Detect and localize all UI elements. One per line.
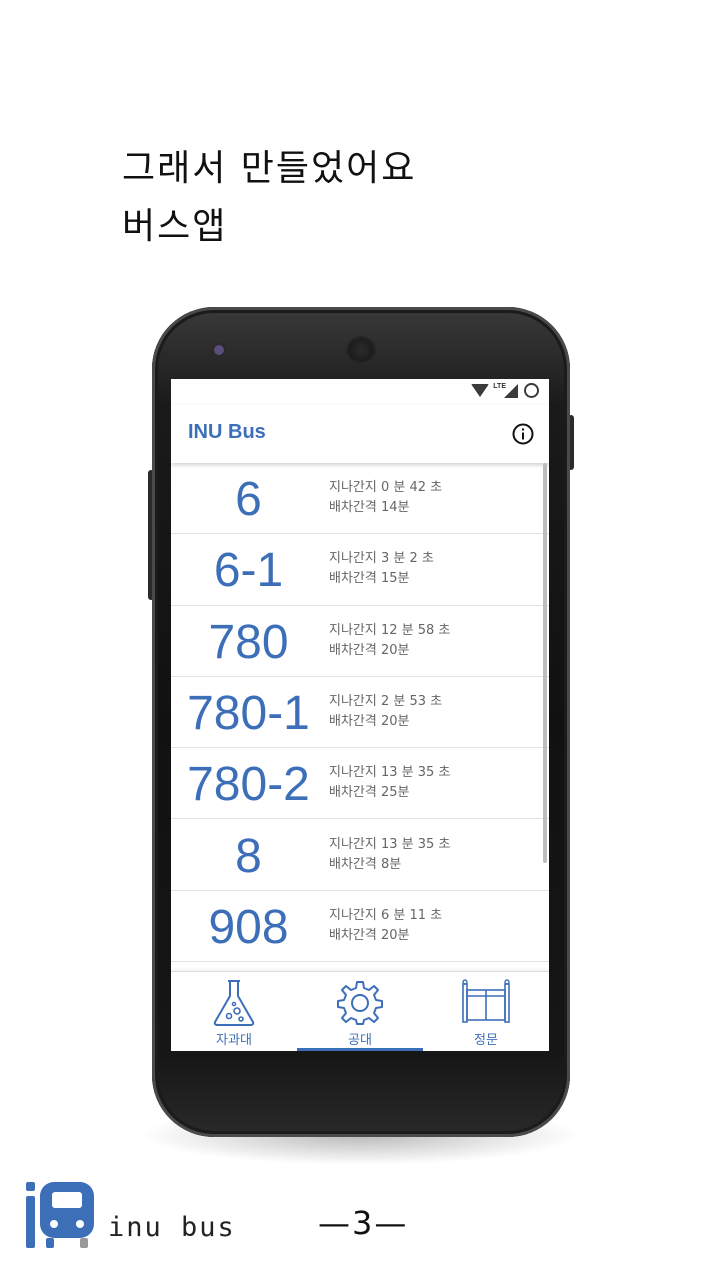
route-number: 6: [235, 473, 262, 527]
tab-label: 정문: [474, 1033, 498, 1048]
headline-line-2: 버스앱: [122, 206, 228, 247]
route-info: 지나간지 3 분 2 초 배차간격 15분: [329, 549, 434, 589]
info-icon[interactable]: [512, 423, 534, 445]
tab-engineering[interactable]: 공대: [297, 972, 423, 1051]
page-number: —3—: [318, 1204, 409, 1242]
brand-name: inu bus: [108, 1212, 236, 1243]
phone-screen: LTE INU Bus 6 지나간지 0 분 42 초 배차간격 14분 6-1…: [171, 379, 549, 1051]
status-icons: LTE: [471, 383, 539, 398]
route-interval: 배차간격 20분: [329, 642, 410, 658]
route-interval: 배차간격 14분: [329, 500, 410, 516]
route-number: 8: [235, 829, 262, 883]
route-info: 지나간지 6 분 11 초 배차간격 20분: [329, 906, 442, 946]
route-elapsed: 지나간지 3 분 2 초: [329, 551, 434, 567]
battery-icon: [524, 383, 539, 398]
front-camera: [214, 345, 224, 355]
signal-icon: [504, 383, 518, 398]
route-info: 지나간지 13 분 35 초 배차간격 8분: [329, 835, 450, 875]
route-number: 780-2: [187, 758, 310, 812]
route-info: 지나간지 2 분 53 초 배차간격 20분: [329, 692, 442, 732]
route-elapsed: 지나간지 13 분 35 초: [329, 836, 451, 852]
route-interval: 배차간격 20분: [329, 714, 410, 730]
route-row[interactable]: 780-2 지나간지 13 분 35 초 배차간격 25분: [171, 748, 549, 820]
flask-icon: [213, 980, 255, 1026]
route-row[interactable]: 6-1 지나간지 3 분 2 초 배차간격 15분: [171, 534, 549, 606]
route-interval: 배차간격 15분: [329, 571, 410, 587]
route-elapsed: 지나간지 6 분 11 초: [329, 907, 443, 923]
route-number: 780: [208, 615, 289, 669]
route-interval: 배차간격 25분: [329, 785, 410, 801]
route-elapsed: 지나간지 0 분 42 초: [329, 480, 443, 496]
route-elapsed: 지나간지 12 분 58 초: [329, 622, 451, 638]
tab-label: 자과대: [216, 1033, 252, 1048]
route-number: 6-1: [213, 544, 284, 598]
route-interval: 배차간격 8분: [329, 856, 402, 872]
selected-tab-indicator: [297, 1048, 423, 1051]
app-title: INU Bus: [188, 421, 266, 443]
route-row[interactable]: 908 지나간지 6 분 11 초 배차간격 20분: [171, 891, 549, 963]
status-bar: LTE: [171, 379, 549, 405]
route-info: 지나간지 0 분 42 초 배차간격 14분: [329, 478, 442, 518]
app-bar: INU Bus: [171, 405, 549, 463]
lte-icon: LTE: [493, 383, 506, 390]
route-elapsed: 지나간지 2 분 53 초: [329, 694, 443, 710]
tab-science-college[interactable]: 자과대: [171, 972, 297, 1051]
route-number: 908: [208, 900, 289, 954]
tab-main-gate[interactable]: 정문: [423, 972, 549, 1051]
inu-bus-logo-icon: [26, 1182, 94, 1248]
route-row[interactable]: 6 지나간지 0 분 42 초 배차간격 14분: [171, 463, 549, 535]
route-elapsed: 지나간지 13 분 35 초: [329, 765, 451, 781]
gate-icon: [462, 979, 510, 1023]
tab-label: 공대: [348, 1033, 372, 1048]
route-info: 지나간지 12 분 58 초 배차간격 20분: [329, 621, 450, 661]
wifi-icon: [471, 384, 490, 397]
list-scrollbar[interactable]: [543, 463, 547, 863]
gear-icon: [337, 981, 383, 1025]
route-row[interactable]: 780 지나간지 12 분 58 초 배차간격 20분: [171, 606, 549, 677]
route-row[interactable]: 780-1 지나간지 2 분 53 초 배차간격 20분: [171, 677, 549, 749]
slide-headline: 그래서 만들었어요 버스앱: [122, 140, 416, 256]
route-row[interactable]: 8 지나간지 13 분 35 초 배차간격 8분: [171, 819, 549, 891]
route-info: 지나간지 13 분 35 초 배차간격 25분: [329, 763, 450, 803]
phone-speaker: [348, 338, 374, 362]
route-number: 780-1: [187, 687, 310, 741]
bottom-tab-bar: 자과대 공대 정문: [171, 971, 549, 1051]
route-list: 6 지나간지 0 분 42 초 배차간격 14분 6-1 지나간지 3 분 2 …: [171, 463, 549, 971]
headline-line-1: 그래서 만들었어요: [122, 148, 417, 189]
route-interval: 배차간격 20분: [329, 927, 410, 943]
